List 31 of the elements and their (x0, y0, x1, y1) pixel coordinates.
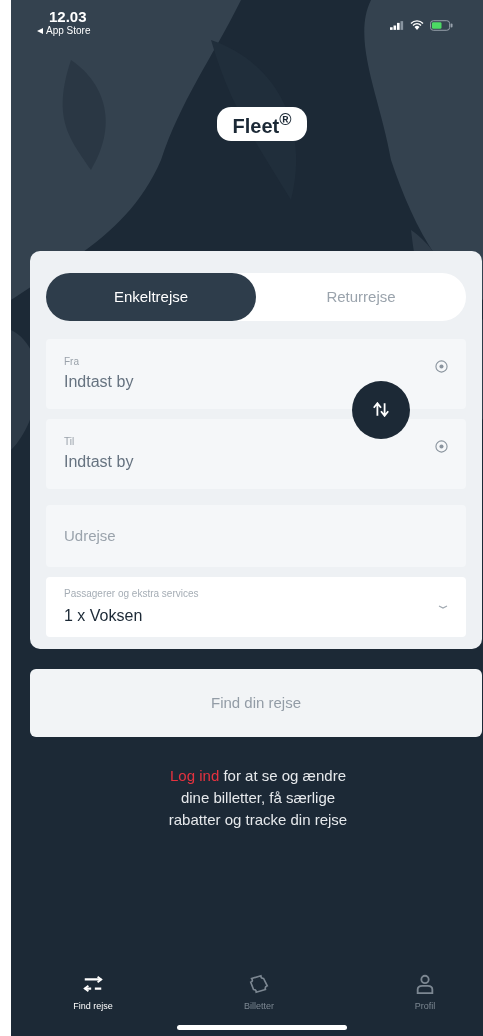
tab-bar-item[interactable]: Profil (395, 973, 455, 1011)
city-field[interactable]: Til Indtast by (46, 418, 466, 489)
trip-type-tab[interactable]: Enkeltrejse (46, 272, 256, 321)
tab-bar-item[interactable]: Find rejse (63, 973, 123, 1011)
signal-icon (390, 20, 404, 30)
back-link[interactable]: App Store (46, 25, 91, 36)
route-icon (82, 973, 104, 995)
city-field[interactable]: Fra Indtast by (46, 338, 466, 409)
back-arrow-icon (37, 27, 43, 34)
field-value: 1 x Voksen (64, 607, 144, 626)
field-placeholder: Indtast by (64, 453, 135, 472)
tab-bar-item[interactable]: Billetter (229, 973, 289, 1011)
battery-icon (430, 19, 453, 31)
wifi-icon (410, 20, 424, 30)
passenger-dropdown[interactable]: Passagerer og ekstra services 1 x Voksen (46, 576, 466, 637)
location-target-icon[interactable] (435, 440, 448, 454)
ticket-icon (248, 973, 270, 995)
location-target-icon[interactable] (435, 360, 448, 374)
field-label: Fra (64, 356, 80, 368)
person-icon (414, 973, 436, 995)
fleet-logo: Fleet$^{®}$ (216, 107, 308, 141)
field-placeholder: Indtast by (64, 373, 135, 392)
login-prompt: Log ind for at se og ændre dine billetter, få særlige rabatter og tracke din rejse (167, 765, 349, 830)
date-field[interactable]: Udrejse (46, 504, 466, 567)
field-label: Til (64, 436, 76, 448)
trip-type-tab[interactable]: Returrejse (256, 272, 466, 321)
swap-arrows-icon (372, 402, 390, 418)
chevron-icon (438, 604, 448, 609)
field-label: Passagerer og ekstra services (64, 588, 200, 600)
status-time: 12.03 (49, 8, 88, 25)
login-link[interactable]: Log ind (170, 766, 220, 784)
